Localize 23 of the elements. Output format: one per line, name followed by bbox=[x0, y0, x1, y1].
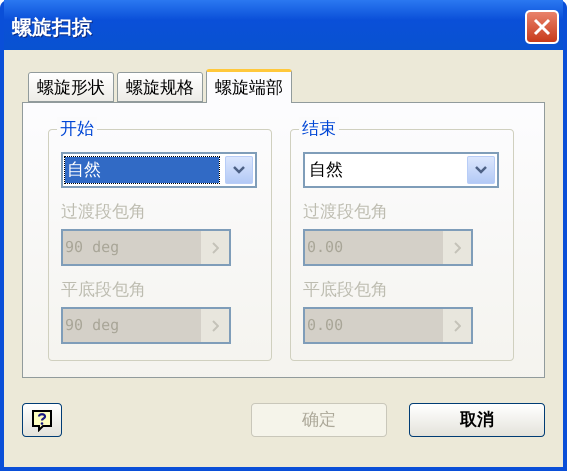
chevron-right-icon bbox=[454, 320, 460, 332]
field-label: 平底段包角 bbox=[61, 279, 147, 301]
dropdown-button[interactable] bbox=[467, 156, 495, 184]
close-icon bbox=[533, 18, 551, 36]
dropdown[interactable]: 自然 bbox=[61, 152, 257, 188]
chevron-down-icon bbox=[233, 166, 245, 174]
chevron-right-icon bbox=[212, 242, 218, 254]
tab[interactable]: 螺旋形状 bbox=[28, 72, 114, 102]
dropdown[interactable]: 自然 bbox=[303, 152, 499, 188]
help-icon bbox=[30, 408, 54, 432]
close-button[interactable] bbox=[525, 10, 559, 44]
chevron-right-icon bbox=[212, 320, 218, 332]
field-label: 过渡段包角 bbox=[303, 201, 389, 223]
window-title: 螺旋扫掠 bbox=[12, 14, 92, 40]
dialog-button[interactable]: 取消 bbox=[409, 402, 545, 436]
field-label: 平底段包角 bbox=[303, 279, 389, 301]
help-button[interactable] bbox=[22, 402, 62, 436]
field-label: 过渡段包角 bbox=[61, 201, 147, 223]
chevron-down-icon bbox=[475, 166, 487, 174]
tab[interactable]: 螺旋端部 bbox=[206, 69, 292, 103]
dropdown-button[interactable] bbox=[225, 156, 253, 184]
tab[interactable]: 螺旋规格 bbox=[117, 72, 203, 102]
chevron-right-icon bbox=[454, 242, 460, 254]
